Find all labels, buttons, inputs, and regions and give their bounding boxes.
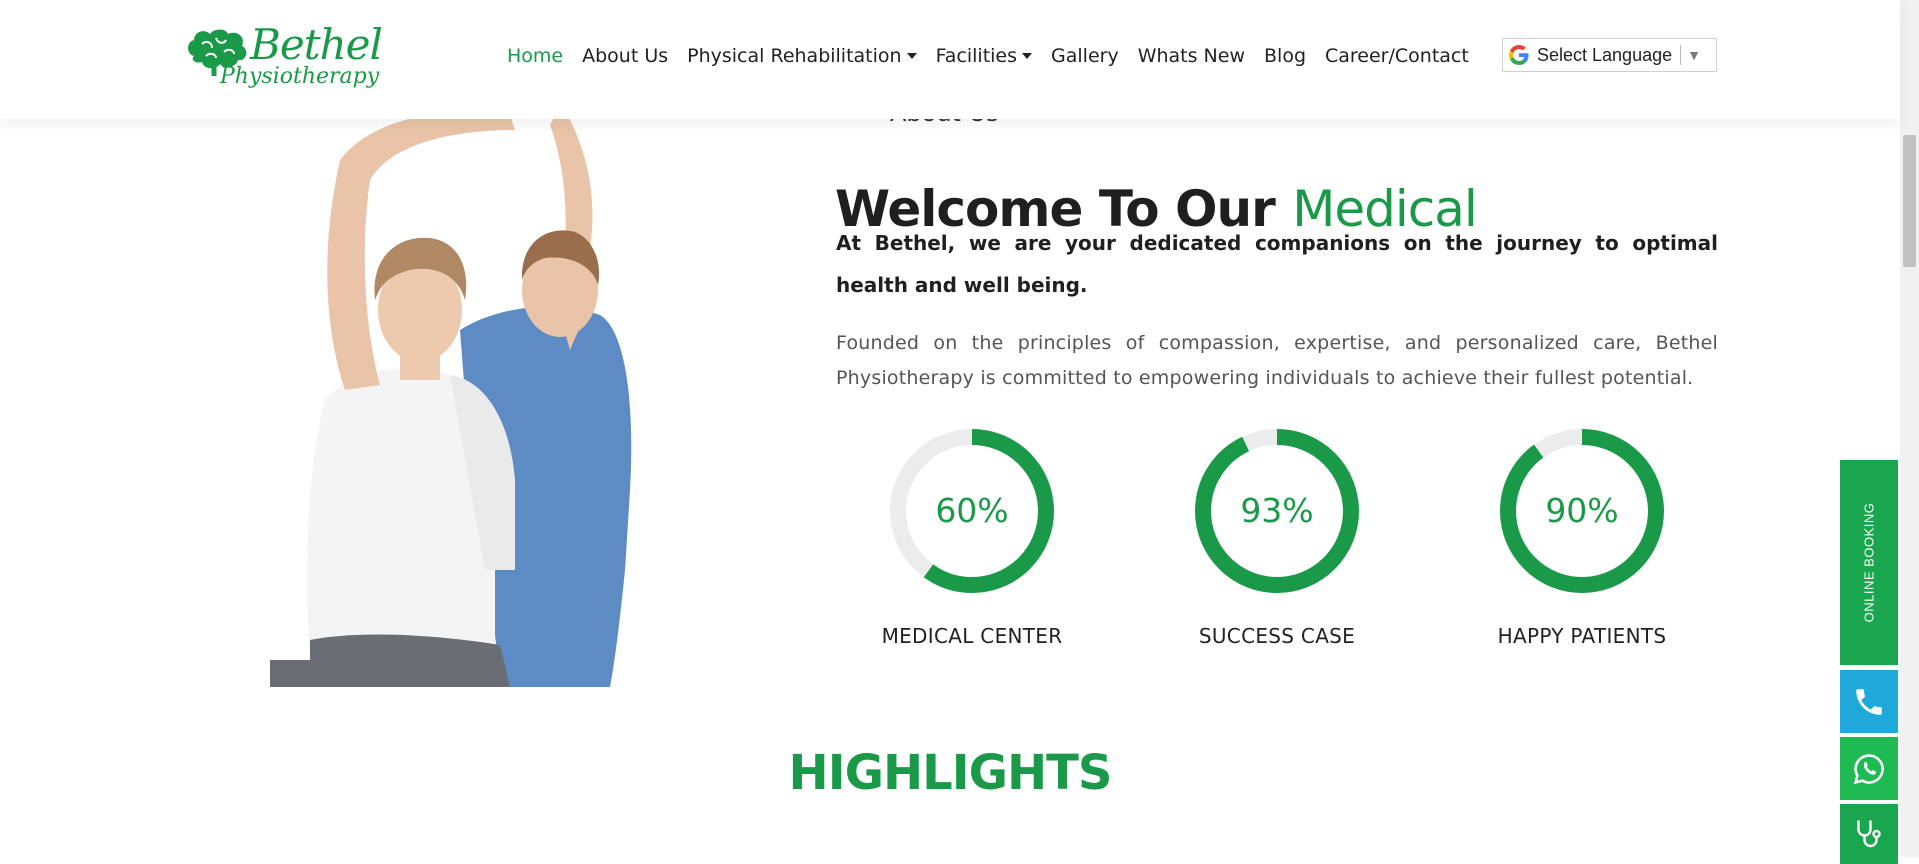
phone-icon: [1856, 688, 1882, 715]
stat-value: 60%: [935, 491, 1008, 530]
description-paragraph: Founded on the principles of compassion,…: [836, 332, 1718, 389]
triangle-down-icon: ▼: [1687, 47, 1701, 63]
language-select[interactable]: Select Language ▼: [1502, 38, 1717, 72]
nav-item-career-contact[interactable]: Career/Contact: [1325, 45, 1469, 67]
site-header: Bethel Physiotherapy Home About Us Physi…: [0, 0, 1900, 119]
logo-subtitle: Physiotherapy: [220, 64, 380, 89]
logo-name: Bethel: [250, 20, 383, 69]
stat-happy-patients: 90% HAPPY PATIENTS: [1462, 426, 1702, 648]
nav-item-about-us[interactable]: About Us: [582, 45, 668, 67]
bethel-logo[interactable]: Bethel Physiotherapy: [184, 20, 383, 95]
nav-item-physical-rehabilitation[interactable]: Physical Rehabilitation: [687, 45, 917, 67]
nav-item-home[interactable]: Home: [507, 45, 563, 67]
highlights-heading: HIGHLIGHTS: [788, 745, 1113, 801]
stat-value: 90%: [1545, 491, 1618, 530]
stat-label: SUCCESS CASE: [1198, 624, 1356, 648]
divider: [1680, 45, 1682, 65]
page-scrollbar[interactable]: [1900, 0, 1919, 857]
stat-value: 93%: [1240, 491, 1313, 530]
stat-success-case: 93% SUCCESS CASE: [1157, 426, 1397, 648]
scrollbar-thumb[interactable]: [1903, 135, 1916, 267]
nav-item-blog[interactable]: Blog: [1264, 45, 1306, 67]
progress-ring: 90%: [1500, 429, 1664, 593]
caret-down-icon: [1022, 53, 1033, 59]
google-g-icon: [1509, 45, 1529, 65]
nav-item-gallery[interactable]: Gallery: [1051, 45, 1119, 67]
progress-ring: 60%: [890, 429, 1054, 593]
stat-label: MEDICAL CENTER: [881, 624, 1063, 648]
doctor-button[interactable]: [1840, 804, 1898, 864]
stethoscope-icon: [1857, 820, 1881, 848]
nav-item-facilities[interactable]: Facilities: [936, 45, 1033, 67]
main-nav: Home About Us Physical Rehabilitation Fa…: [507, 40, 1469, 72]
whatsapp-button[interactable]: [1840, 737, 1898, 800]
caret-down-icon: [906, 53, 917, 59]
lead-paragraph: At Bethel, we are your dedicated compani…: [836, 231, 1718, 297]
progress-ring: 93%: [1195, 429, 1359, 593]
online-booking-button[interactable]: ONLINE BOOKING: [1840, 460, 1898, 665]
stat-label: HAPPY PATIENTS: [1497, 624, 1667, 648]
language-select-label: Select Language: [1537, 44, 1673, 65]
whatsapp-icon: [1853, 753, 1884, 784]
call-button[interactable]: [1840, 670, 1898, 733]
physiotherapy-photo: [270, 110, 632, 687]
stat-medical-center: 60% MEDICAL CENTER: [852, 426, 1092, 648]
nav-item-whats-new[interactable]: Whats New: [1138, 45, 1245, 67]
online-booking-label: ONLINE BOOKING: [1861, 502, 1877, 623]
